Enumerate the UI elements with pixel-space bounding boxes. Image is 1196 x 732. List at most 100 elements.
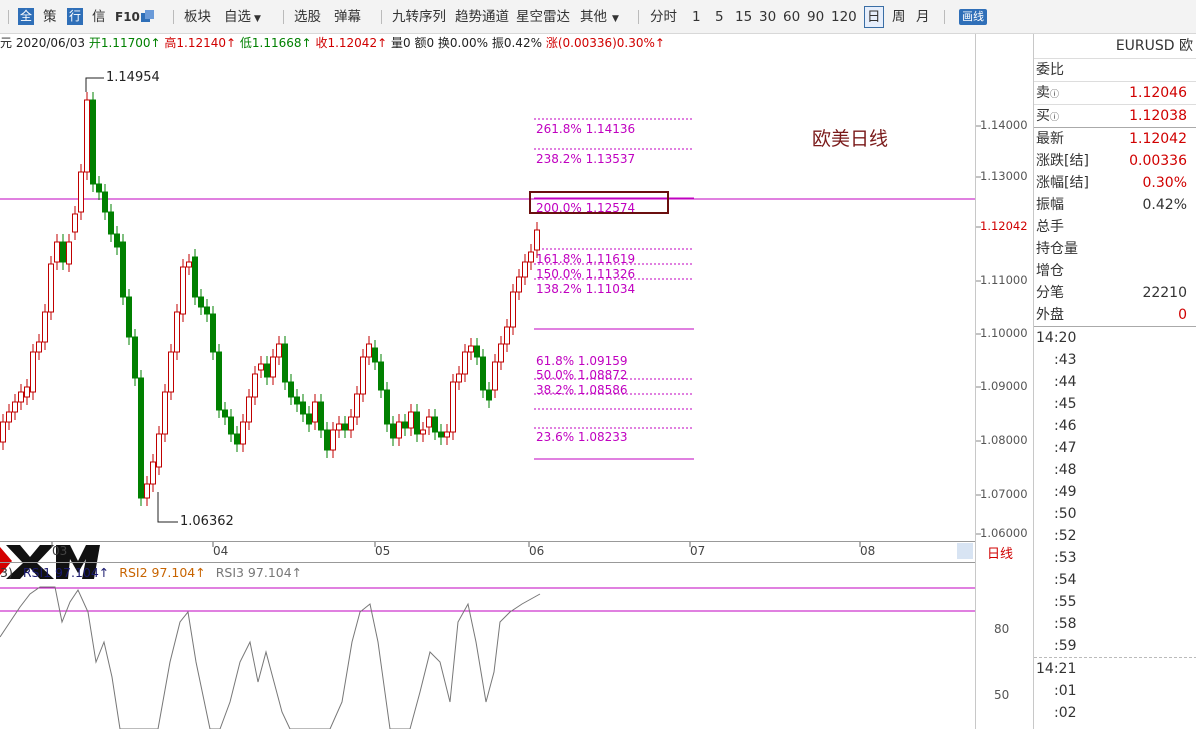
period-5m-button[interactable]: 5 (715, 8, 724, 26)
period-15m-button[interactable]: 15 (735, 8, 752, 26)
candle-body-down (414, 411, 420, 435)
toolbar-stock-picker-button[interactable]: 选股 (294, 8, 321, 26)
stat-value: 0.30% (1142, 175, 1187, 191)
tick-time: :50 (1054, 506, 1077, 522)
candle-body-up (492, 361, 498, 391)
period-90m-button[interactable]: 90 (807, 8, 824, 26)
rsi-chart[interactable] (0, 582, 976, 730)
candle-body-up (12, 401, 18, 413)
tick-time: :43 (1054, 352, 1077, 368)
period-month-button[interactable]: 月 (916, 8, 930, 26)
candle-body-up (504, 326, 510, 345)
toolbar-watchlist-dropdown[interactable]: 自选 ▼ (224, 8, 261, 28)
candle-body-up (18, 391, 24, 403)
period-day-button[interactable]: 日 (864, 6, 884, 28)
tick-row: 14:20 (1034, 327, 1196, 349)
period-intraday-button[interactable]: 分时 (650, 8, 677, 26)
stat-label: 持仓量 (1036, 241, 1078, 257)
stat-row-amplitude: 振幅 0.42% (1034, 194, 1196, 216)
tick-row: :53 (1034, 547, 1196, 569)
candle-body-down (90, 99, 96, 185)
stat-row-ticks: 分笔 22210 (1034, 282, 1196, 304)
stat-label: 总手 (1036, 219, 1064, 235)
period-1m-button[interactable]: 1 (692, 8, 701, 26)
info-open: 1.11700↑ (100, 36, 161, 50)
candle-body-up (0, 421, 6, 443)
tick-time: :01 (1054, 683, 1077, 699)
candlestick-chart[interactable]: 欧美日线 1.14954 1.06362 261.8% 1.14136 238.2… (0, 52, 976, 579)
candle-body-up (498, 343, 504, 363)
candle-body-up (516, 276, 522, 293)
tick-row: :58 (1034, 613, 1196, 635)
tick-row: :47 (1034, 437, 1196, 459)
rsi-header: 3) RSI1 97.104↑ RSI2 97.104↑ RSI3 97.104… (0, 562, 976, 583)
candle-body-down (438, 431, 444, 438)
info-high: 1.12140↑ (176, 36, 237, 50)
candle-body-up (72, 213, 78, 233)
tick-list[interactable]: 14:20:43:44:45:46:47:48:49:50:52:53:54:5… (1034, 327, 1196, 724)
tick-time: :59 (1054, 638, 1077, 654)
tick-time: :45 (1054, 396, 1077, 412)
stat-value: 22210 (1142, 285, 1187, 301)
info-change: 涨(0.00336)0.30%↑ (545, 36, 665, 50)
candle-body-down (318, 401, 324, 431)
buy-row[interactable]: 买ⓘ 1.12038 (1034, 105, 1196, 128)
tick-time: :49 (1054, 484, 1077, 500)
candle-body-up (144, 483, 150, 499)
period-week-button[interactable]: 周 (892, 8, 906, 26)
draw-line-button[interactable]: 画线 (959, 9, 987, 25)
toolbar-f10-button[interactable]: F10 (115, 8, 140, 26)
toolbar-danmu-button[interactable]: 弹幕 (334, 8, 361, 26)
toolbar-quote-button[interactable]: 行 (67, 8, 83, 25)
candle-body-down (222, 409, 228, 418)
candle-body-down (192, 256, 198, 298)
rsi-axis-80: 80 (994, 622, 1010, 636)
tick-time: :47 (1054, 440, 1077, 456)
tick-row: :55 (1034, 591, 1196, 613)
candle-body-down (228, 416, 234, 435)
candle-body-up (258, 363, 264, 371)
period-60m-button[interactable]: 60 (783, 8, 800, 26)
candle-body-down (198, 296, 204, 308)
price-tick: 1.06000 (980, 526, 1028, 540)
sell-row[interactable]: 卖ⓘ 1.12046 (1034, 82, 1196, 105)
rsi-line (0, 586, 541, 730)
price-tick: 1.08000 (980, 433, 1028, 447)
toolbar-td-sequential-button[interactable]: 九转序列 (392, 8, 446, 26)
candle-body-up (180, 266, 186, 315)
toolbar-radar-button[interactable]: 星空雷达 (516, 8, 570, 26)
symbol-name: EURUSD 欧 (1115, 38, 1193, 54)
period-30m-button[interactable]: 30 (759, 8, 776, 26)
stat-label: 涨跌[结] (1036, 153, 1089, 169)
tick-row: :02 (1034, 702, 1196, 724)
date-axis-scroll-handle[interactable] (957, 543, 973, 559)
candle-body-down (102, 191, 108, 213)
stat-row-latest: 最新 1.12042 (1034, 128, 1196, 150)
toolbar-sector-button[interactable]: 板块 (184, 8, 211, 26)
candle-body-up (78, 171, 84, 213)
stat-value: 0.00336 (1129, 153, 1187, 169)
current-price-tick: 1.12042 (980, 219, 1028, 233)
stat-label: 外盘 (1036, 307, 1064, 323)
fib-level-label: 238.2% 1.13537 (536, 152, 636, 166)
candle-body-down (264, 363, 270, 378)
other-label: 其他 (580, 9, 607, 25)
tick-row: :49 (1034, 481, 1196, 503)
period-120m-button[interactable]: 120 (831, 8, 857, 26)
candle-body-up (366, 343, 372, 358)
toolbar-strategy-button[interactable]: 策 (43, 8, 57, 26)
toolbar-trend-channel-button[interactable]: 趋势通道 (455, 8, 509, 26)
toolbar-other-dropdown[interactable]: 其他 ▼ (580, 8, 619, 28)
toolbar-info-button[interactable]: 信 (92, 8, 106, 26)
window-icon[interactable] (141, 10, 154, 28)
candle-body-down (294, 396, 300, 405)
toolbar-all-button[interactable]: 全 (18, 8, 34, 25)
stat-row-outer: 外盘 0 (1034, 304, 1196, 327)
candle-body-up (408, 411, 414, 429)
candle-body-up (162, 391, 168, 435)
fib-level-label: 161.8% 1.11619 (536, 252, 636, 266)
candle-body-down (114, 233, 120, 248)
tick-time: 14:21 (1036, 661, 1077, 677)
candle-body-up (30, 351, 36, 393)
tick-time: :58 (1054, 616, 1077, 632)
